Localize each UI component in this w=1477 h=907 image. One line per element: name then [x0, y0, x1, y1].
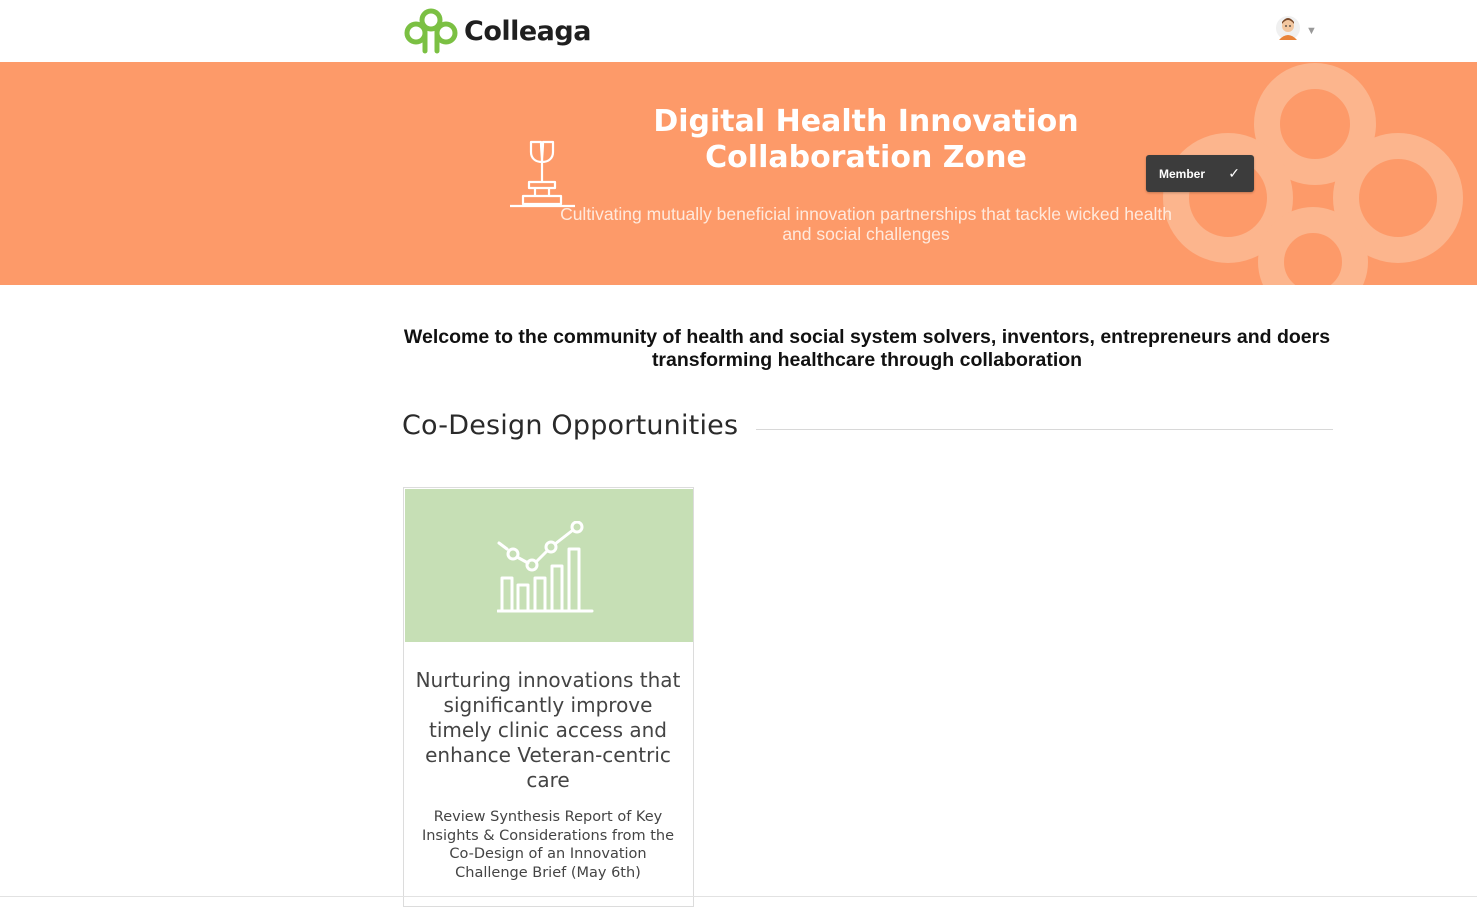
colleaga-trefoil-logo-icon: [402, 7, 460, 55]
community-subtitle: Cultivating mutually beneficial innovati…: [560, 204, 1172, 244]
membership-label: Member: [1159, 166, 1206, 181]
card-image: [405, 489, 693, 642]
welcome-message: Welcome to the community of health and s…: [403, 326, 1331, 371]
colleaga-logo[interactable]: Colleaga: [402, 7, 591, 55]
card-title[interactable]: Nurturing innovations that significantly…: [414, 668, 682, 793]
check-icon: ✓: [1228, 165, 1240, 181]
chevron-down-icon[interactable]: ▼: [1306, 25, 1317, 37]
section-divider: [756, 429, 1333, 430]
membership-button[interactable]: Member ✓: [1146, 155, 1254, 192]
logo-text: Colleaga: [464, 15, 591, 47]
community-banner: Digital Health Innovation Collaboration …: [0, 62, 1477, 285]
page-bottom-divider: [0, 896, 1477, 897]
section-title: Co-Design Opportunities: [402, 410, 739, 441]
user-menu[interactable]: ▼: [1276, 15, 1317, 46]
user-avatar-icon[interactable]: [1276, 15, 1300, 46]
opportunity-card[interactable]: Nurturing innovations that significantly…: [403, 487, 694, 907]
community-title: Digital Health Innovation Collaboration …: [653, 104, 1079, 175]
top-navigation-bar: Colleaga ▼: [0, 0, 1477, 62]
card-description: Review Synthesis Report of Key Insights …: [421, 809, 675, 881]
